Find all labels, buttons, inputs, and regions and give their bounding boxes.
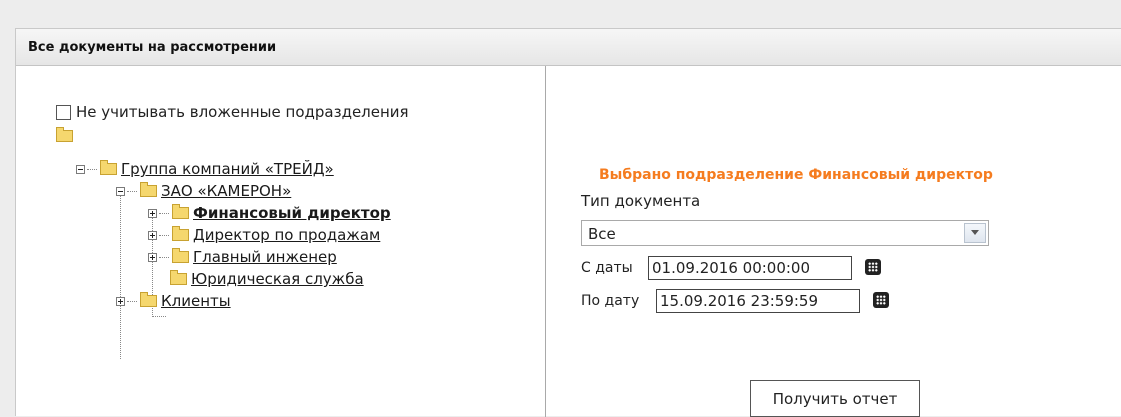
date-from-label: С даты (581, 260, 633, 276)
folder-icon (56, 127, 73, 142)
documents-panel: Все документы на рассмотрении Не учитыва… (15, 28, 1121, 417)
doc-type-value: Все (588, 225, 616, 243)
tree-node-sales[interactable]: Директор по продажам (148, 225, 380, 245)
tree-connector (127, 190, 137, 192)
tree-root[interactable] (56, 126, 73, 146)
get-report-button[interactable]: Получить отчет (750, 380, 920, 417)
tree-node-engineer[interactable]: Главный инженер (148, 247, 337, 267)
report-form-pane: Выбрано подразделение Финансовый директо… (547, 66, 1121, 417)
folder-icon (140, 292, 157, 307)
chevron-down-icon[interactable] (964, 223, 986, 243)
tree-connector (159, 212, 169, 214)
tree-node-clients[interactable]: Клиенты (116, 291, 231, 311)
panel-title: Все документы на рассмотрении (16, 29, 1121, 66)
tree-link-sales[interactable]: Директор по продажам (193, 226, 380, 244)
department-tree-pane: Не учитывать вложенные подразделения Гру… (16, 66, 546, 417)
tree-connector (127, 300, 137, 302)
expand-icon[interactable] (148, 252, 157, 262)
calendar-icon[interactable] (865, 259, 881, 275)
exclude-nested-option[interactable]: Не учитывать вложенные подразделения (56, 103, 409, 121)
folder-icon (170, 270, 187, 285)
tree-node-legal[interactable]: Юридическая служба (170, 269, 364, 289)
folder-icon (172, 204, 189, 219)
tree-node-group[interactable]: Группа компаний «ТРЕЙД» (76, 159, 334, 179)
selected-department-title: Выбрано подразделение Финансовый директо… (599, 167, 993, 183)
exclude-nested-label: Не учитывать вложенные подразделения (76, 103, 409, 121)
tree-link-clients[interactable]: Клиенты (161, 292, 231, 310)
exclude-nested-checkbox[interactable] (56, 104, 71, 120)
doc-type-label: Тип документа (581, 192, 701, 210)
tree-line (120, 187, 121, 359)
folder-icon (172, 248, 189, 263)
tree-link-engineer[interactable]: Главный инженер (193, 248, 337, 266)
date-from-input[interactable]: 01.09.2016 00:00:00 (648, 256, 852, 280)
collapse-icon[interactable] (116, 186, 125, 196)
expand-icon[interactable] (148, 230, 157, 240)
expand-icon[interactable] (148, 208, 157, 218)
tree-link-cameron[interactable]: ЗАО «КАМЕРОН» (161, 182, 291, 200)
folder-icon (100, 160, 117, 175)
folder-icon (172, 226, 189, 241)
tree-connector (87, 168, 97, 170)
tree-line (152, 316, 166, 317)
tree-node-finance[interactable]: Финансовый директор (148, 203, 391, 223)
tree-node-cameron[interactable]: ЗАО «КАМЕРОН» (116, 181, 291, 201)
doc-type-select[interactable]: Все (581, 220, 989, 246)
date-to-label: По дату (581, 293, 640, 309)
tree-link-group[interactable]: Группа компаний «ТРЕЙД» (121, 160, 334, 178)
tree-link-legal[interactable]: Юридическая служба (191, 270, 364, 288)
tree-connector (159, 234, 169, 236)
folder-icon (140, 182, 157, 197)
collapse-icon[interactable] (76, 164, 85, 174)
expand-icon[interactable] (116, 296, 125, 306)
tree-connector (159, 256, 169, 258)
tree-link-finance[interactable]: Финансовый директор (193, 204, 391, 222)
date-to-input[interactable]: 15.09.2016 23:59:59 (656, 289, 860, 313)
calendar-icon[interactable] (873, 292, 889, 308)
